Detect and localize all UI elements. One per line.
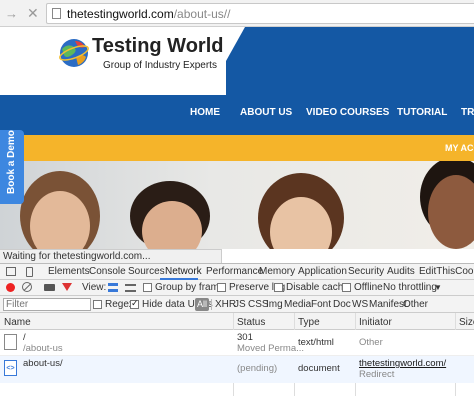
back-arrow-icon[interactable]: → bbox=[5, 6, 18, 21]
network-toolbar: View: Group by frame Preserve log Disabl… bbox=[0, 280, 474, 296]
request-status: 301 bbox=[237, 332, 253, 343]
inspect-element-icon[interactable] bbox=[6, 267, 16, 276]
tab-application[interactable]: Application bbox=[298, 266, 347, 277]
website-viewport: Testing World Group of Industry Experts … bbox=[0, 27, 474, 249]
regex-checkbox[interactable] bbox=[93, 300, 102, 309]
offline-label: Offline bbox=[354, 282, 383, 293]
request-initiator: Other bbox=[359, 337, 383, 348]
requests-table-header: Name Status Type Initiator Size bbox=[0, 313, 474, 330]
nav-tutorial[interactable]: TUTORIAL bbox=[397, 107, 447, 118]
stop-loading-icon[interactable]: ✕ bbox=[27, 5, 39, 22]
brand-name[interactable]: Testing World bbox=[92, 35, 223, 58]
hero-photo bbox=[0, 161, 474, 249]
filter-type-ws[interactable]: WS bbox=[352, 299, 368, 310]
tab-performance[interactable]: Performance bbox=[206, 266, 263, 277]
tab-network[interactable]: Network bbox=[165, 266, 202, 277]
main-nav: HOME ABOUT US VIDEO COURSES TUTORIAL TR bbox=[0, 95, 474, 135]
request-initiator-type: Redirect bbox=[359, 369, 395, 380]
column-name[interactable]: Name bbox=[4, 317, 31, 328]
overview-view-icon[interactable] bbox=[125, 284, 136, 292]
filter-type-manifest[interactable]: Manifest bbox=[369, 299, 407, 310]
record-icon[interactable] bbox=[6, 283, 15, 292]
filter-type-font[interactable]: Font bbox=[311, 299, 331, 310]
network-filterbar: Regex Hide data URLs All XHR JS CSS Img … bbox=[0, 296, 474, 313]
throttling-select[interactable]: No throttling bbox=[383, 282, 437, 293]
offline-checkbox[interactable] bbox=[342, 283, 351, 292]
capture-screenshots-icon[interactable] bbox=[44, 284, 55, 291]
view-label: View: bbox=[82, 282, 107, 293]
table-row[interactable]: <> about-us/ (pending) document thetesti… bbox=[0, 356, 474, 383]
group-by-frame-checkbox[interactable] bbox=[143, 283, 152, 292]
filter-type-other[interactable]: Other bbox=[403, 299, 428, 310]
my-account-link[interactable]: MY ACC bbox=[445, 143, 474, 153]
group-by-frame-label: Group by frame bbox=[155, 282, 225, 293]
filter-type-doc[interactable]: Doc bbox=[333, 299, 351, 310]
request-initiator-link[interactable]: thetestingworld.com/ bbox=[359, 358, 446, 369]
devtools-tabbar: Elements Console Sources Network Perform… bbox=[0, 264, 474, 280]
disable-cache-checkbox[interactable] bbox=[274, 283, 283, 292]
tab-security[interactable]: Security bbox=[348, 266, 384, 277]
page-icon bbox=[52, 8, 61, 19]
status-bubble: Waiting for thetestingworld.com... bbox=[0, 249, 222, 263]
tab-sources[interactable]: Sources bbox=[128, 266, 165, 277]
tab-memory[interactable]: Memory bbox=[259, 266, 295, 277]
request-type: text/html bbox=[298, 337, 334, 348]
request-path: /about-us bbox=[23, 343, 63, 354]
book-a-demo-label: Book a Demo bbox=[6, 130, 17, 194]
column-status[interactable]: Status bbox=[237, 317, 265, 328]
url-text: thetestingworld.com/about-us// bbox=[67, 7, 231, 21]
table-row[interactable]: / /about-us 301 Moved Perma... text/html… bbox=[0, 330, 474, 356]
request-name: about-us/ bbox=[23, 358, 63, 369]
tab-console[interactable]: Console bbox=[89, 266, 126, 277]
filter-type-js[interactable]: JS bbox=[234, 299, 246, 310]
tab-elements[interactable]: Elements bbox=[48, 266, 90, 277]
globe-logo-icon[interactable] bbox=[58, 37, 90, 69]
filter-input[interactable] bbox=[3, 298, 91, 311]
book-a-demo-tab[interactable]: Book a Demo bbox=[0, 130, 24, 204]
nav-training[interactable]: TR bbox=[461, 107, 474, 118]
nav-video-courses[interactable]: VIDEO COURSES bbox=[306, 107, 389, 118]
filter-icon[interactable] bbox=[62, 283, 72, 291]
column-initiator[interactable]: Initiator bbox=[359, 317, 392, 328]
filter-type-media[interactable]: Media bbox=[284, 299, 311, 310]
address-bar: → ✕ thetestingworld.com/about-us// bbox=[0, 0, 474, 27]
filter-type-xhr[interactable]: XHR bbox=[215, 299, 236, 310]
clear-icon[interactable] bbox=[22, 282, 32, 292]
request-name: / bbox=[23, 332, 26, 343]
url-field[interactable]: thetestingworld.com/about-us// bbox=[46, 3, 474, 24]
nav-about-us[interactable]: ABOUT US bbox=[240, 107, 292, 118]
column-size[interactable]: Size bbox=[459, 317, 474, 328]
nav-home[interactable]: HOME bbox=[190, 107, 220, 118]
filter-type-all[interactable]: All bbox=[195, 298, 209, 311]
document-icon bbox=[4, 334, 17, 350]
disable-cache-label: Disable cache bbox=[286, 282, 349, 293]
html-document-icon: <> bbox=[4, 360, 17, 376]
filter-type-img[interactable]: Img bbox=[266, 299, 283, 310]
devtools-panel: Elements Console Sources Network Perform… bbox=[0, 263, 474, 396]
tab-editthiscookie[interactable]: EditThisCookie bbox=[419, 266, 474, 277]
column-type[interactable]: Type bbox=[298, 317, 320, 328]
request-type: document bbox=[298, 363, 340, 374]
chevron-down-icon[interactable]: ▼ bbox=[434, 283, 442, 292]
request-status-text: Moved Perma... bbox=[237, 343, 305, 354]
site-header: Testing World Group of Industry Experts bbox=[0, 27, 474, 95]
device-toolbar-icon[interactable] bbox=[26, 267, 33, 277]
preserve-log-checkbox[interactable] bbox=[217, 283, 226, 292]
hide-data-urls-checkbox[interactable] bbox=[130, 298, 139, 309]
request-status: (pending) bbox=[237, 363, 278, 374]
tab-audits[interactable]: Audits bbox=[387, 266, 415, 277]
brand-tagline: Group of Industry Experts bbox=[103, 60, 217, 71]
large-rows-view-icon[interactable] bbox=[108, 283, 118, 292]
account-bar: MY ACC bbox=[0, 135, 474, 161]
